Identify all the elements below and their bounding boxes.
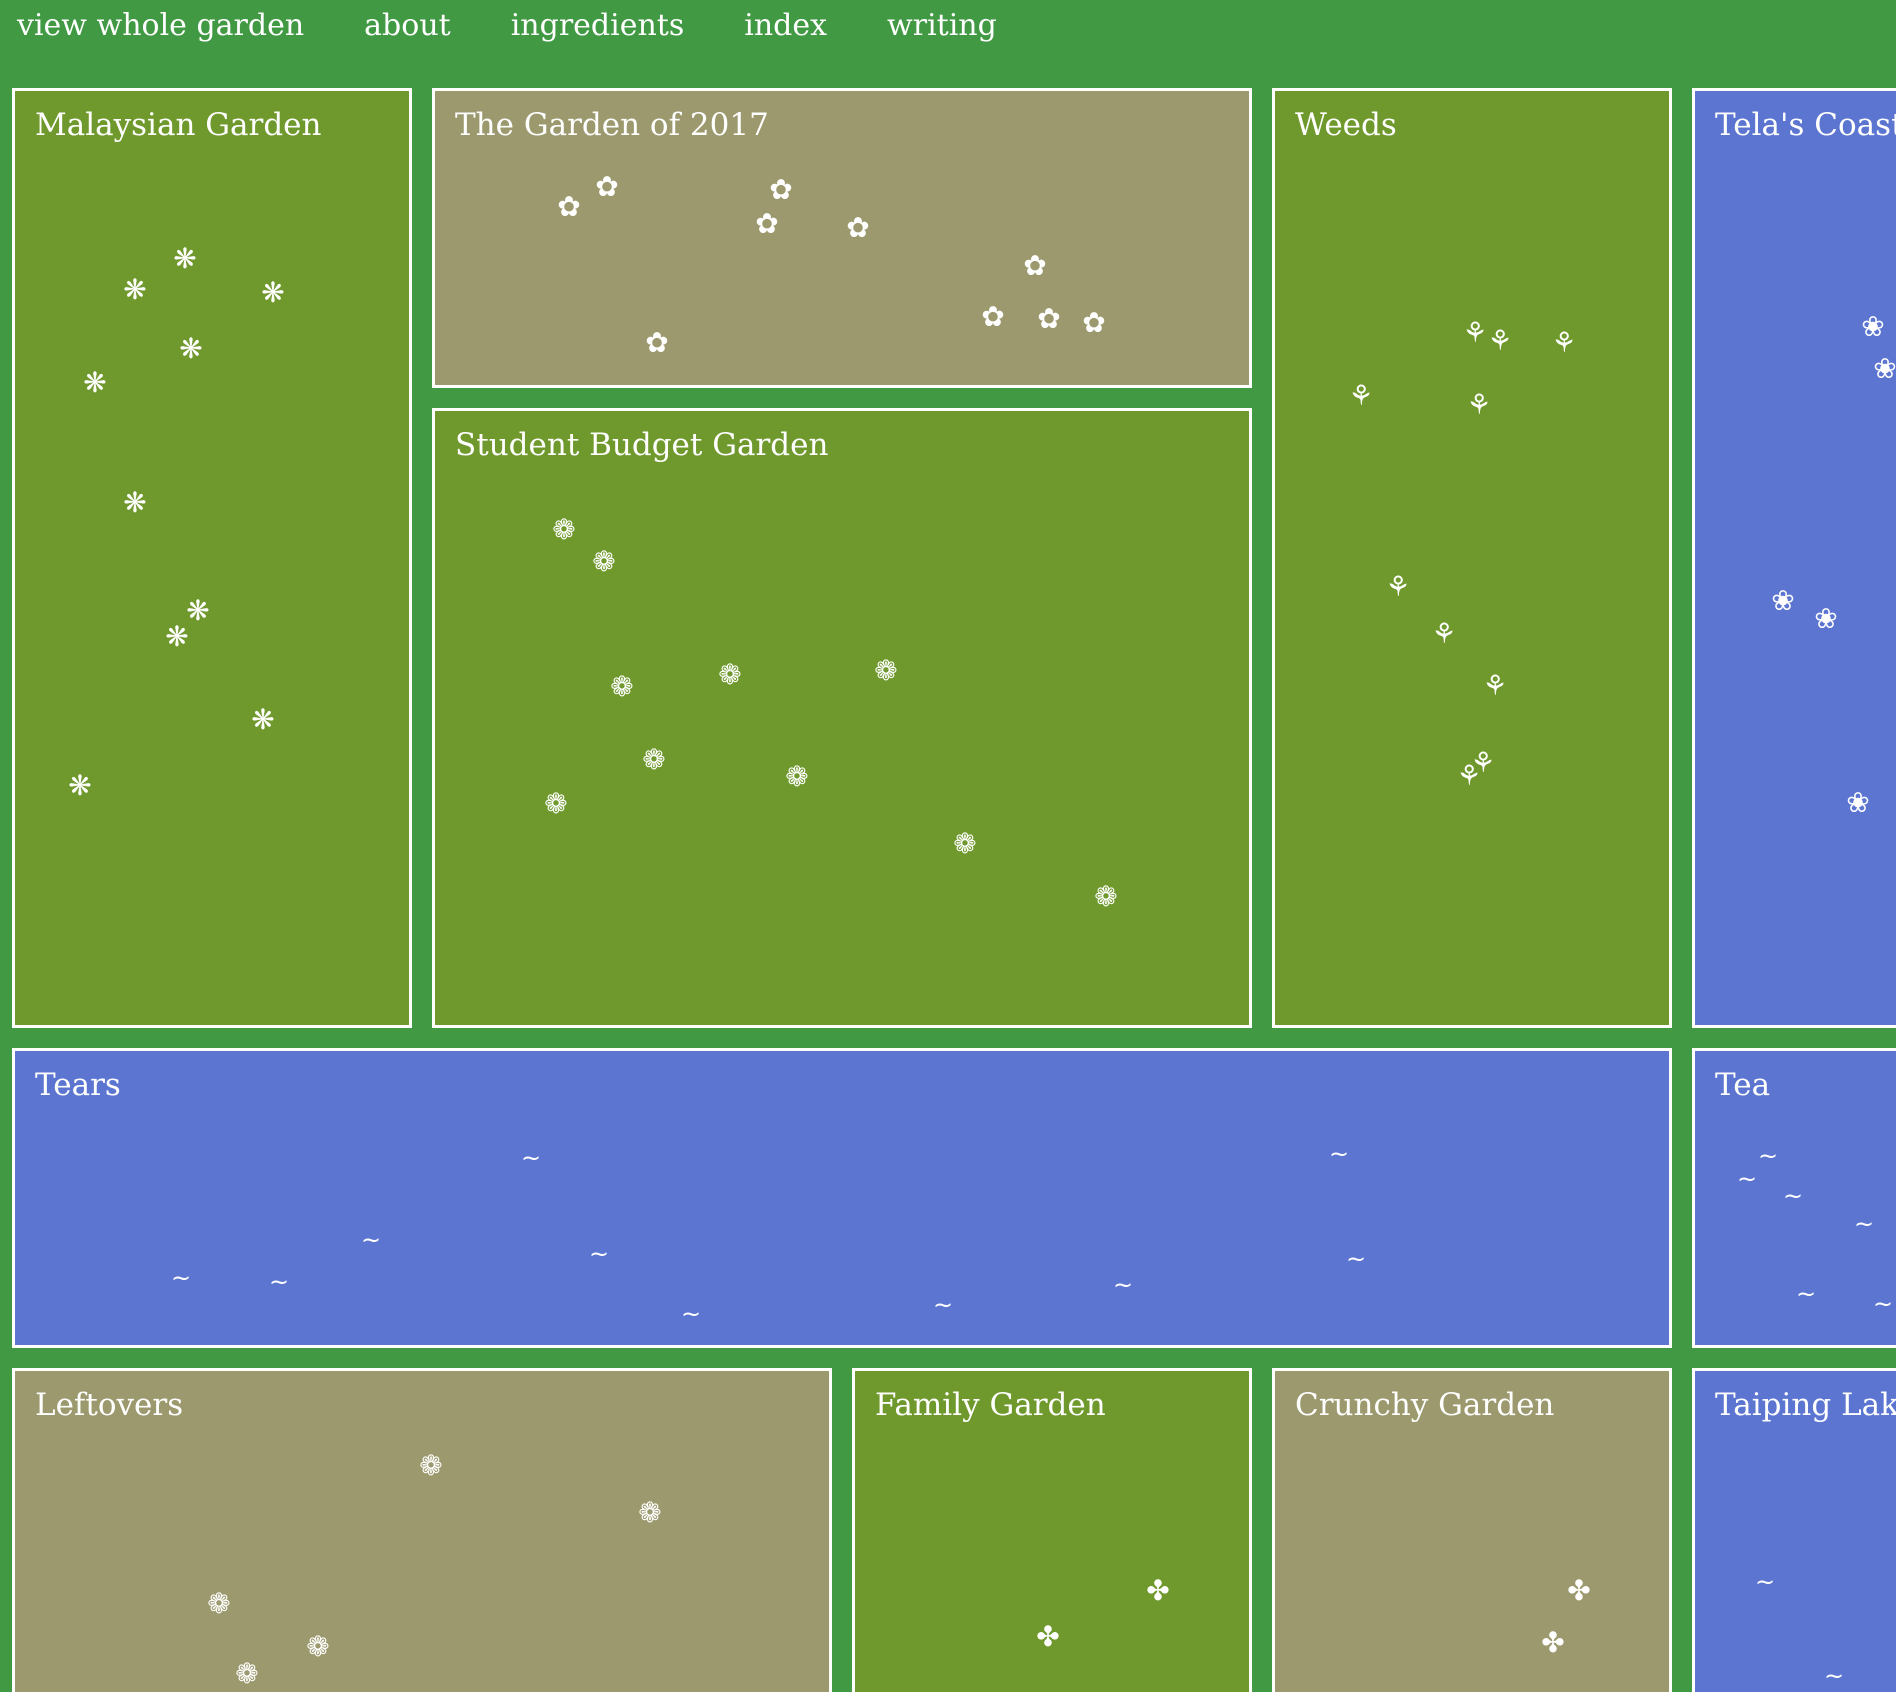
top-nav: view whole garden about ingredients inde…	[17, 0, 1057, 50]
wave-icon: ~	[1328, 1140, 1350, 1168]
plot-title: Weeds	[1295, 107, 1397, 143]
wave-icon: ~	[1795, 1280, 1817, 1308]
wave-icon: ~	[932, 1291, 954, 1319]
blossom-icon: ❀	[1771, 584, 1795, 617]
dot-flower-icon: ❁	[235, 1657, 259, 1690]
sprout-icon: ⚘	[1385, 570, 1411, 603]
wave-icon: ~	[268, 1268, 290, 1296]
flower-icon: ✿	[1037, 302, 1061, 335]
wave-icon: ~	[360, 1226, 382, 1254]
plot-title: Malaysian Garden	[35, 107, 322, 143]
plot-title: Leftovers	[35, 1387, 184, 1423]
wave-icon: ~	[1112, 1271, 1134, 1299]
plot-title: Tela's Coast	[1715, 107, 1896, 143]
flower-icon: ✿	[557, 190, 581, 223]
flower-icon: ✿	[595, 170, 619, 203]
wave-icon: ~	[1757, 1142, 1779, 1170]
dot-flower-icon: ❁	[610, 670, 634, 703]
flower-icon: ✿	[846, 211, 870, 244]
blossom-icon: ❀	[1873, 352, 1896, 385]
clover-icon: ✤	[1146, 1574, 1170, 1607]
plot-leftovers[interactable]: Leftovers ❁ ❁ ❁ ❁ ❁	[12, 1368, 832, 1692]
flower-icon: ✿	[755, 207, 779, 240]
sprout-icon: ⚘	[1466, 388, 1492, 421]
plot-tears[interactable]: Tears ~ ~ ~ ~ ~ ~ ~ ~ ~ ~	[12, 1048, 1672, 1348]
nav-link-view-whole-garden[interactable]: view whole garden	[17, 8, 304, 43]
plot-title: Student Budget Garden	[455, 427, 829, 463]
asterisk-flower-icon: ❋	[261, 276, 285, 309]
asterisk-flower-icon: ❋	[179, 332, 203, 365]
wave-icon: ~	[588, 1240, 610, 1268]
asterisk-flower-icon: ❋	[83, 366, 107, 399]
flower-icon: ✿	[645, 326, 669, 359]
wave-icon: ~	[1736, 1165, 1758, 1193]
dot-flower-icon: ❁	[306, 1630, 330, 1663]
sprout-icon: ⚘	[1551, 326, 1577, 359]
wave-icon: ~	[1782, 1182, 1804, 1210]
plot-title: Tea	[1715, 1067, 1771, 1103]
nav-link-about[interactable]: about	[364, 8, 451, 43]
asterisk-flower-icon: ❋	[123, 486, 147, 519]
wave-icon: ~	[1345, 1245, 1367, 1273]
nav-link-ingredients[interactable]: ingredients	[511, 8, 685, 43]
sprout-icon: ⚘	[1456, 759, 1482, 792]
nav-link-index[interactable]: index	[744, 8, 827, 43]
plot-the-garden-of-2017[interactable]: The Garden of 2017 ✿ ✿ ✿ ✿ ✿ ✿ ✿ ✿ ✿ ✿	[432, 88, 1252, 388]
dot-flower-icon: ❁	[718, 658, 742, 691]
dot-flower-icon: ❁	[785, 760, 809, 793]
blossom-icon: ❀	[1814, 602, 1838, 635]
plot-student-budget-garden[interactable]: Student Budget Garden ❁ ❁ ❁ ❁ ❁ ❁ ❁ ❁ ❁ ❁	[432, 408, 1252, 1028]
plot-title: Taiping Lake	[1715, 1387, 1896, 1423]
plot-crunchy-garden[interactable]: Crunchy Garden ✤ ✤	[1272, 1368, 1672, 1692]
wave-icon: ~	[1754, 1568, 1776, 1596]
wave-icon: ~	[1823, 1662, 1845, 1690]
nav-link-writing[interactable]: writing	[887, 8, 997, 43]
plot-malaysian-garden[interactable]: Malaysian Garden ❋ ❋ ❋ ❋ ❋ ❋ ❋ ❋ ❋ ❋	[12, 88, 412, 1028]
blossom-icon: ❀	[1846, 786, 1870, 819]
wave-icon: ~	[520, 1144, 542, 1172]
plot-weeds[interactable]: Weeds ⚘ ⚘ ⚘ ⚘ ⚘ ⚘ ⚘ ⚘ ⚘ ⚘	[1272, 88, 1672, 1028]
dot-flower-icon: ❁	[642, 743, 666, 776]
flower-icon: ✿	[981, 300, 1005, 333]
dot-flower-icon: ❁	[207, 1587, 231, 1620]
sprout-icon: ⚘	[1482, 669, 1508, 702]
asterisk-flower-icon: ❋	[123, 273, 147, 306]
wave-icon: ~	[1853, 1210, 1875, 1238]
dot-flower-icon: ❁	[419, 1449, 443, 1482]
asterisk-flower-icon: ❋	[173, 242, 197, 275]
wave-icon: ~	[1872, 1290, 1894, 1318]
plot-tea[interactable]: Tea ~ ~ ~ ~ ~ ~	[1692, 1048, 1896, 1348]
sprout-icon: ⚘	[1487, 324, 1513, 357]
dot-flower-icon: ❁	[544, 787, 568, 820]
dot-flower-icon: ❁	[592, 545, 616, 578]
dot-flower-icon: ❁	[552, 513, 576, 546]
sprout-icon: ⚘	[1431, 617, 1457, 650]
sprout-icon: ⚘	[1348, 379, 1374, 412]
wave-icon: ~	[170, 1264, 192, 1292]
asterisk-flower-icon: ❋	[251, 703, 275, 736]
flower-icon: ✿	[769, 173, 793, 206]
clover-icon: ✤	[1036, 1620, 1060, 1653]
blossom-icon: ❀	[1861, 310, 1885, 343]
dot-flower-icon: ❁	[874, 654, 898, 687]
plot-title: Tears	[35, 1067, 121, 1103]
asterisk-flower-icon: ❋	[68, 769, 92, 802]
flower-icon: ✿	[1082, 306, 1106, 339]
clover-icon: ✤	[1541, 1626, 1565, 1659]
plot-title: The Garden of 2017	[455, 107, 769, 143]
plot-family-garden[interactable]: Family Garden ✤ ✤	[852, 1368, 1252, 1692]
sprout-icon: ⚘	[1462, 316, 1488, 349]
plot-taiping-lake[interactable]: Taiping Lake ~ ~	[1692, 1368, 1896, 1692]
asterisk-flower-icon: ❋	[165, 620, 189, 653]
dot-flower-icon: ❁	[638, 1496, 662, 1529]
flower-icon: ✿	[1023, 249, 1047, 282]
plot-telas-coast[interactable]: Tela's Coast ❀ ❀ ❀ ❀ ❀	[1692, 88, 1896, 1028]
plot-title: Crunchy Garden	[1295, 1387, 1555, 1423]
dot-flower-icon: ❁	[953, 827, 977, 860]
dot-flower-icon: ❁	[1094, 880, 1118, 913]
wave-icon: ~	[680, 1300, 702, 1328]
plot-title: Family Garden	[875, 1387, 1106, 1423]
clover-icon: ✤	[1567, 1574, 1591, 1607]
asterisk-flower-icon: ❋	[186, 594, 210, 627]
